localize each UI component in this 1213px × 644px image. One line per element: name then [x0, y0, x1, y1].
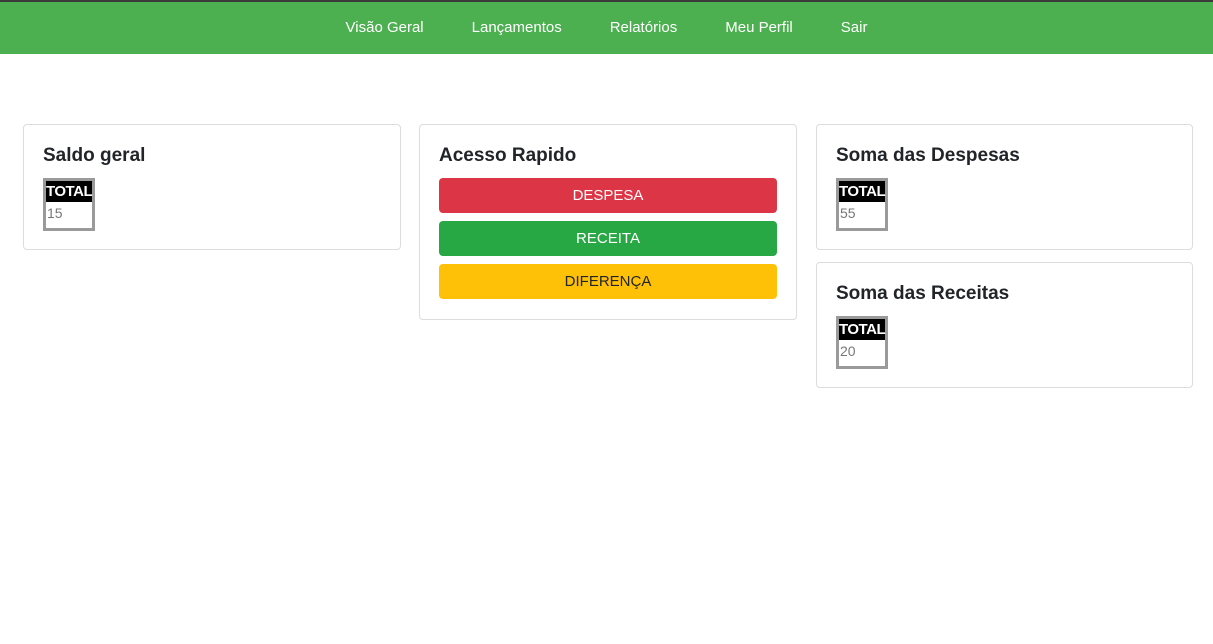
soma-receitas-title: Soma das Receitas — [836, 283, 1010, 304]
soma-despesas-card: Soma das Despesas TOTAL 55 — [816, 124, 1193, 250]
nav-meu-perfil[interactable]: Meu Perfil — [701, 4, 817, 52]
diferenca-button[interactable]: DIFERENÇA — [439, 264, 777, 299]
despesas-total-value: 55 — [840, 205, 856, 221]
saldo-geral-title: Saldo geral — [43, 145, 146, 166]
receitas-total-box: TOTAL 20 — [836, 316, 888, 369]
receita-button[interactable]: RECEITA — [439, 221, 777, 256]
top-navbar: Visão Geral Lançamentos Relatórios Meu P… — [0, 0, 1213, 54]
acesso-rapido-title: Acesso Rapido — [439, 145, 577, 166]
despesas-total-label: TOTAL — [839, 181, 886, 202]
nav-sair[interactable]: Sair — [817, 4, 892, 52]
receitas-total-label: TOTAL — [839, 319, 886, 340]
soma-despesas-title: Soma das Despesas — [836, 145, 1020, 166]
nav-visao-geral[interactable]: Visão Geral — [322, 4, 448, 52]
despesas-total-box: TOTAL 55 — [836, 178, 888, 231]
acesso-rapido-card: Acesso Rapido DESPESA RECEITA DIFERENÇA — [419, 124, 797, 320]
nav-lancamentos[interactable]: Lançamentos — [448, 4, 586, 52]
saldo-total-label: TOTAL — [46, 181, 93, 202]
nav-relatorios[interactable]: Relatórios — [586, 4, 702, 52]
despesa-button[interactable]: DESPESA — [439, 178, 777, 213]
saldo-geral-card: Saldo geral TOTAL 15 — [23, 124, 401, 250]
main-nav: Visão Geral Lançamentos Relatórios Meu P… — [0, 2, 1213, 54]
saldo-total-value: 15 — [47, 205, 63, 221]
saldo-total-box: TOTAL 15 — [43, 178, 95, 231]
soma-receitas-card: Soma das Receitas TOTAL 20 — [816, 262, 1193, 388]
receitas-total-value: 20 — [840, 343, 856, 359]
